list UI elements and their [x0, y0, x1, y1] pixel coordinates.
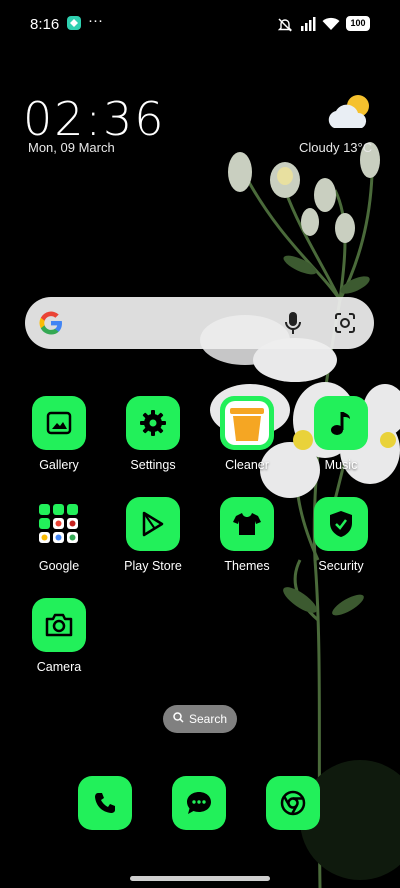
status-bar: 8:16 ··· 100: [0, 0, 400, 48]
mute-icon: [277, 17, 293, 38]
app-label: Camera: [36, 660, 82, 674]
lens-icon[interactable]: [333, 311, 357, 340]
app-label: Gallery: [39, 458, 79, 472]
battery-level: 100: [350, 18, 366, 28]
app-google-folder[interactable]: Google: [19, 497, 99, 573]
clock-date[interactable]: Mon, 09 March: [28, 140, 115, 155]
google-search-bar[interactable]: [25, 297, 374, 349]
clock-time[interactable]: 02:36: [23, 92, 166, 146]
app-themes[interactable]: Themes: [207, 497, 287, 573]
app-play-store[interactable]: Play Store: [113, 497, 193, 573]
app-label: Security: [318, 559, 364, 573]
dock-messages[interactable]: [172, 776, 226, 830]
camera-icon[interactable]: [32, 598, 86, 652]
battery-icon: 100: [346, 16, 370, 31]
app-gallery[interactable]: Gallery: [19, 396, 99, 472]
security-icon[interactable]: [314, 497, 368, 551]
signal-icon: [300, 17, 316, 36]
search-icon: [173, 712, 184, 726]
overflow-dots: ···: [88, 12, 103, 29]
messages-icon[interactable]: [172, 776, 226, 830]
gallery-icon[interactable]: [32, 396, 86, 450]
wifi-icon: [322, 17, 340, 36]
phone-icon[interactable]: [78, 776, 132, 830]
google-icon[interactable]: [37, 309, 65, 342]
app-cleaner[interactable]: Cleaner: [207, 396, 287, 472]
app-music[interactable]: Music: [301, 396, 381, 472]
app-label: Cleaner: [225, 458, 269, 472]
themes-icon[interactable]: [220, 497, 274, 551]
cleaner-icon[interactable]: [220, 396, 274, 450]
app-label: Google: [38, 559, 80, 573]
app-label: Settings: [130, 458, 176, 472]
dock-chrome[interactable]: [266, 776, 320, 830]
home-indicator[interactable]: [130, 876, 270, 881]
music-icon[interactable]: [314, 396, 368, 450]
weather-text[interactable]: Cloudy 13°C: [299, 140, 372, 155]
settings-icon[interactable]: [126, 396, 180, 450]
app-label: Play Store: [124, 559, 182, 573]
app-security[interactable]: Security: [301, 497, 381, 573]
app-notification-icon: [67, 16, 81, 35]
mic-icon[interactable]: [284, 311, 302, 340]
search-pill-label: Search: [188, 712, 228, 726]
app-settings[interactable]: Settings: [113, 396, 193, 472]
app-label: Music: [324, 458, 358, 472]
chrome-icon[interactable]: [266, 776, 320, 830]
play-store-icon[interactable]: [126, 497, 180, 551]
app-label: Themes: [224, 559, 270, 573]
status-time: 8:16: [30, 16, 60, 33]
cloudy-sun-icon[interactable]: [324, 92, 374, 137]
dock-phone[interactable]: [78, 776, 132, 830]
app-camera[interactable]: Camera: [19, 598, 99, 674]
google-folder-icon[interactable]: [32, 497, 86, 551]
app-search-pill[interactable]: Search: [163, 705, 237, 733]
